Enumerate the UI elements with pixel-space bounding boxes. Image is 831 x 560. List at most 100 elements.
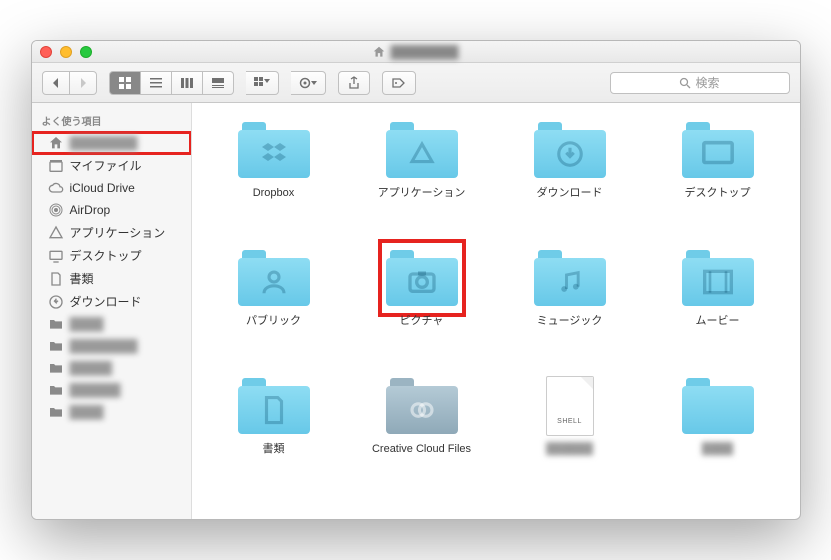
sidebar-item[interactable]: 書類 [32, 267, 191, 290]
sidebar-item-label: iCloud Drive [70, 181, 135, 195]
apps-icon [48, 225, 64, 241]
tags-button[interactable] [382, 71, 416, 95]
folder-icon [48, 338, 64, 354]
sidebar-item[interactable]: ████ [32, 313, 191, 335]
sidebar: よく使う項目 ████████マイファイルiCloud DriveAirDrop… [32, 103, 192, 519]
icon-view-button[interactable] [109, 71, 141, 95]
desktop-icon [48, 248, 64, 264]
close-button[interactable] [40, 46, 52, 58]
item-label: ダウンロード [537, 187, 603, 200]
body: よく使う項目 ████████マイファイルiCloud DriveAirDrop… [32, 103, 800, 519]
sidebar-item-label: ████ [70, 317, 104, 331]
sidebar-item[interactable]: AirDrop [32, 199, 191, 221]
folder-icon [386, 250, 458, 306]
airdrop-icon [48, 202, 64, 218]
action-group [291, 71, 326, 95]
myfiles-icon [48, 158, 64, 174]
item-label: パブリック [246, 315, 301, 328]
sidebar-item[interactable]: iCloud Drive [32, 177, 191, 199]
folder-icon [48, 316, 64, 332]
sidebar-item[interactable]: ████████ [32, 335, 191, 357]
folder-icon [238, 250, 310, 306]
share-icon [347, 76, 361, 90]
download-icon [48, 294, 64, 310]
home-icon [372, 45, 386, 59]
file-icon: SHELL [546, 376, 594, 436]
columns-icon [180, 76, 194, 90]
folder-icon [682, 250, 754, 306]
arrange-button[interactable] [246, 71, 279, 95]
view-mode-buttons [109, 71, 234, 95]
item-label: デスクトップ [685, 187, 751, 200]
list-view-button[interactable] [141, 71, 172, 95]
tag-icon [391, 76, 407, 90]
sidebar-item[interactable]: █████ [32, 357, 191, 379]
search-placeholder: 検索 [695, 74, 719, 91]
item-label: Dropbox [253, 187, 295, 200]
folder-icon [682, 378, 754, 434]
item-label: Creative Cloud Files [372, 443, 471, 456]
sidebar-item-label: ██████ [70, 383, 121, 397]
sidebar-item[interactable]: ██████ [32, 379, 191, 401]
cloud-icon [48, 180, 64, 196]
folder-icon [386, 378, 458, 434]
sidebar-item-label: ████████ [70, 339, 138, 353]
column-view-button[interactable] [172, 71, 203, 95]
folder-icon [48, 360, 64, 376]
titlebar[interactable]: ████████ [32, 41, 800, 63]
sidebar-item-label: 書類 [70, 270, 94, 287]
item-label: ムービー [696, 315, 740, 328]
arrange-icon [254, 76, 270, 90]
window-controls [40, 46, 92, 58]
sidebar-item[interactable]: アプリケーション [32, 221, 191, 244]
item-label: ████ [702, 443, 733, 456]
item-label: ピクチャ [400, 315, 444, 328]
search-input[interactable]: 検索 [610, 72, 790, 94]
grid-item[interactable]: ミュージック [500, 241, 640, 361]
grid-item[interactable]: アプリケーション [352, 113, 492, 233]
forward-button[interactable] [70, 71, 97, 95]
share-button[interactable] [338, 71, 370, 95]
back-button[interactable] [42, 71, 70, 95]
gear-icon [299, 76, 317, 90]
sidebar-item[interactable]: デスクトップ [32, 244, 191, 267]
content-grid[interactable]: Dropbox アプリケーションダウンロード デスクトップパブリック ピクチャ ミュージ… [192, 103, 800, 519]
coverflow-view-button[interactable] [203, 71, 234, 95]
folder-icon [238, 122, 310, 178]
item-label: ██████ [546, 443, 593, 456]
folder-icon [48, 404, 64, 420]
item-label: ミュージック [537, 315, 603, 328]
grid-item[interactable]: 書類 [204, 369, 344, 489]
grid-item[interactable]: ████ [648, 369, 788, 489]
chevron-left-icon [51, 77, 61, 89]
sidebar-item-label: ████ [70, 405, 104, 419]
minimize-button[interactable] [60, 46, 72, 58]
action-button[interactable] [291, 71, 326, 95]
grid-item[interactable]: ダウンロード [500, 113, 640, 233]
grid-item[interactable]: デスクトップ [648, 113, 788, 233]
sidebar-item[interactable]: マイファイル [32, 154, 191, 177]
grid-item[interactable]: Dropbox [204, 113, 344, 233]
sidebar-item[interactable]: ████ [32, 401, 191, 423]
sidebar-item-label: ████████ [70, 136, 138, 150]
coverflow-icon [211, 76, 225, 90]
toolbar: 検索 [32, 63, 800, 103]
folder-icon [534, 250, 606, 306]
folder-icon [386, 122, 458, 178]
folder-icon [682, 122, 754, 178]
grid-item[interactable]: Creative Cloud Files [352, 369, 492, 489]
sidebar-item-label: AirDrop [70, 203, 111, 217]
sidebar-item[interactable]: ダウンロード [32, 290, 191, 313]
folder-icon [48, 382, 64, 398]
zoom-button[interactable] [80, 46, 92, 58]
grid-icon [118, 76, 132, 90]
grid-item[interactable]: パブリック [204, 241, 344, 361]
grid-item[interactable]: SHELL ██████ [500, 369, 640, 489]
sidebar-item-label: ダウンロード [70, 293, 142, 310]
item-label: 書類 [263, 443, 285, 456]
folder-icon [534, 122, 606, 178]
sidebar-item[interactable]: ████████ [32, 132, 191, 154]
grid-item[interactable]: ピクチャ [352, 241, 492, 361]
window-title: ████████ [32, 45, 800, 59]
grid-item[interactable]: ムービー [648, 241, 788, 361]
